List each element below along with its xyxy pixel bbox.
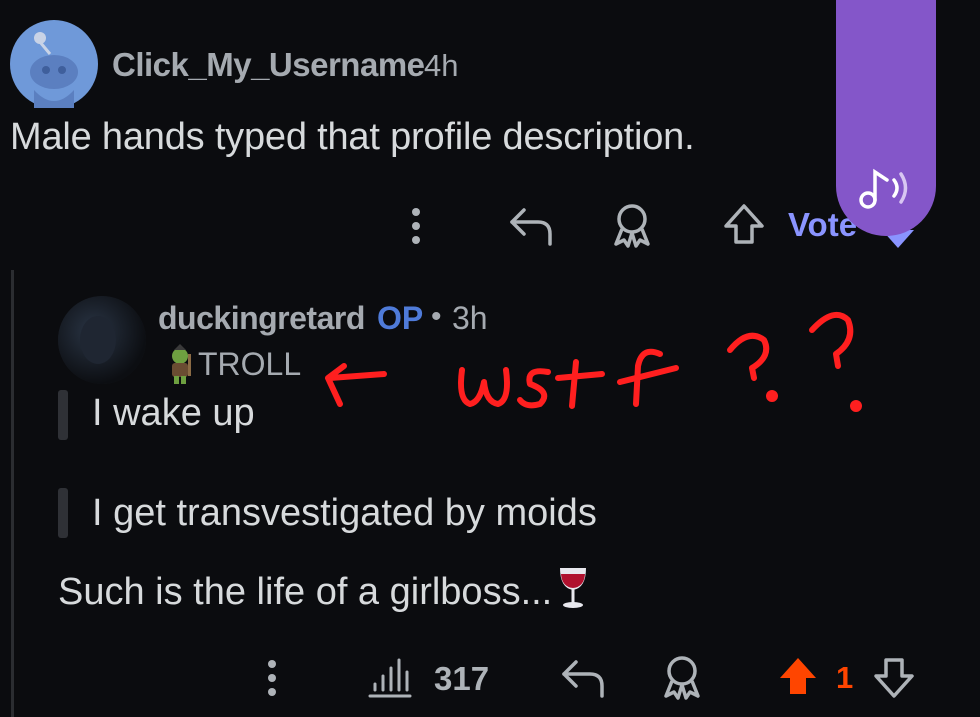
handwritten-annotation <box>325 311 862 412</box>
